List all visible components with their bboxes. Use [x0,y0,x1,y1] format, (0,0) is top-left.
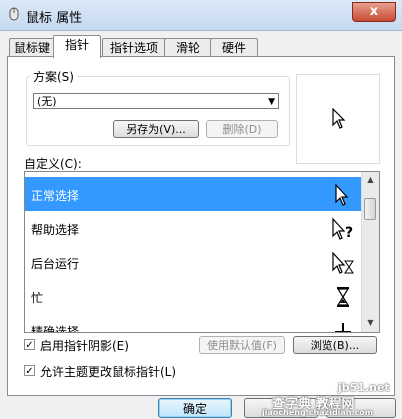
list-item-label: 帮助选择 [31,223,80,237]
cursor-list[interactable]: 正常选择 帮助选择 ? 后台运行 忙 精确选择 ▲ ▼ [24,171,380,333]
tab-pointers[interactable]: 指针 [53,35,101,58]
hourglass-cursor-icon [336,287,350,307]
precision-cursor-icon [335,323,351,332]
delete-button[interactable]: 删除(D) [206,120,278,138]
working-in-background-cursor-icon [332,251,354,274]
svg-text:?: ? [345,225,353,241]
save-as-button[interactable]: 另存为(V)... [113,120,199,138]
mouse-icon [9,7,19,21]
tab-wheel[interactable]: 滑轮 [164,38,212,57]
scheme-select-value: (无) [37,95,57,108]
list-item[interactable]: 正常选择 [25,177,361,211]
scroll-thumb[interactable] [364,198,376,220]
use-default-button[interactable]: 使用默认值(F) [199,336,285,354]
shadow-checkbox[interactable]: ✓ [24,339,35,351]
list-item-label: 后台运行 [31,257,80,271]
list-item-label: 精确选择 [31,325,80,333]
customize-label: 自定义(C): [24,157,82,171]
watermark-url: jiaocheng.chazidian.com [262,408,374,417]
list-item-label: 忙 [31,291,44,305]
help-cursor-icon: ? [332,217,353,241]
cursor-preview [296,74,380,164]
scheme-legend: 方案(S) [30,68,77,85]
ok-button[interactable]: 确定 [158,398,232,418]
list-item[interactable]: 忙 [25,279,361,313]
theme-label: 允许主题更改鼠标指针(L) [40,365,177,379]
shadow-label: 启用指针阴影(E) [40,339,129,353]
chevron-down-icon: ▼ [268,97,275,107]
tab-pointer-options[interactable]: 指针选项 [102,38,166,57]
tab-hardware[interactable]: 硬件 [210,38,258,57]
list-item[interactable]: 后台运行 [25,245,361,279]
arrow-cursor-icon [335,183,349,206]
list-scrollbar[interactable]: ▲ ▼ [361,172,379,332]
list-item-label: 正常选择 [31,189,80,203]
list-item[interactable]: 精确选择 [25,313,361,333]
scheme-select[interactable]: (无) ▼ [33,93,279,109]
list-item[interactable]: 帮助选择 ? [25,211,361,245]
arrow-cursor-icon [332,108,346,129]
close-button[interactable]: x [352,2,396,22]
browse-button[interactable]: 浏览(B)... [293,336,377,354]
window-title: 鼠标 属性 [26,11,83,26]
tab-buttons[interactable]: 鼠标键 [9,38,55,57]
theme-checkbox[interactable]: ✓ [24,365,35,377]
scroll-down-icon[interactable]: ▼ [363,315,378,331]
scroll-up-icon[interactable]: ▲ [363,172,378,188]
